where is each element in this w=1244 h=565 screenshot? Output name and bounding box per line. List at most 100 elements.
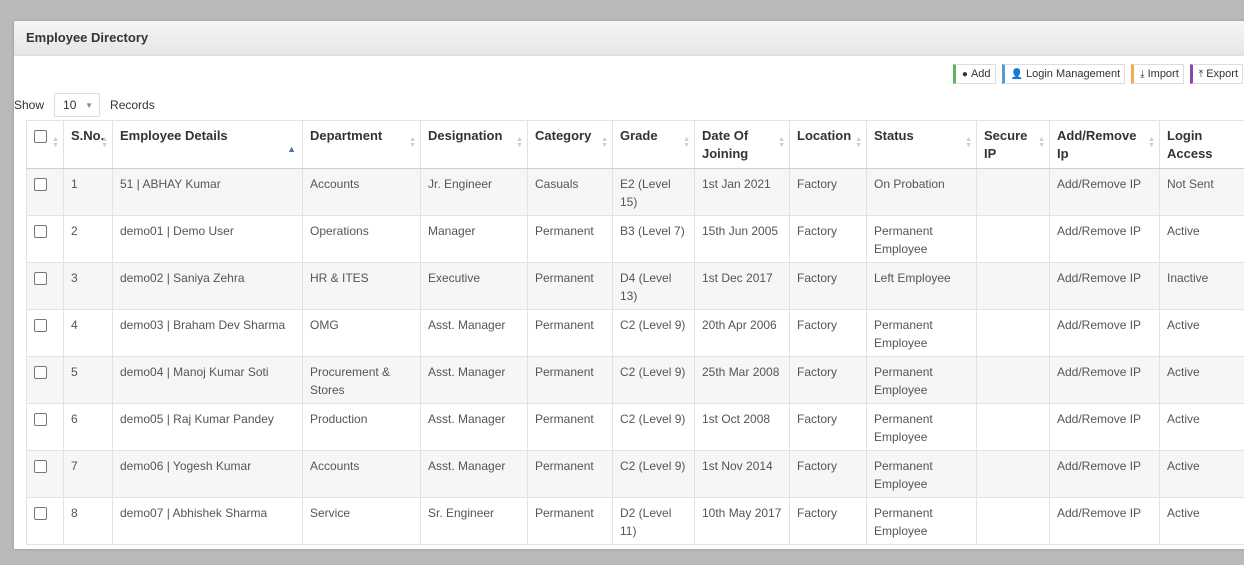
table-row[interactable]: 4 demo03 | Braham Dev Sharma OMG Asst. Mana… — [26, 309, 1244, 357]
table-row[interactable]: 3 demo02 | Saniya Zehra HR & ITES Executive… — [26, 262, 1244, 310]
sort-ascending-icon: ▲ — [287, 144, 296, 154]
row-department: Accounts — [302, 168, 421, 216]
login-access-status[interactable]: Inactive — [1159, 262, 1244, 310]
row-checkbox[interactable] — [34, 178, 47, 191]
row-select-cell — [26, 262, 64, 310]
row-grade: C2 (Level 9) — [612, 450, 695, 498]
col-grade[interactable]: Grade ▲ ▼ — [612, 120, 695, 169]
row-sno: 7 — [63, 450, 113, 498]
row-designation: Asst. Manager — [420, 356, 528, 404]
login-access-status[interactable]: Not Sent — [1159, 168, 1244, 216]
col-status[interactable]: Status ▲ ▼ — [866, 120, 977, 169]
add-remove-ip-link[interactable]: Add/Remove IP — [1049, 168, 1160, 216]
row-category: Casuals — [527, 168, 613, 216]
login-access-status[interactable]: Active — [1159, 356, 1244, 404]
login-access-status[interactable]: Active — [1159, 309, 1244, 357]
table-row[interactable]: 2 demo01 | Demo User Operations Manager Perm… — [26, 215, 1244, 263]
add-button[interactable]: ● Add — [952, 64, 996, 84]
row-department: Service — [302, 497, 421, 545]
records-per-page-select[interactable]: 10 ▼ — [54, 93, 101, 117]
row-checkbox[interactable] — [34, 225, 47, 238]
add-remove-ip-link[interactable]: Add/Remove IP — [1049, 450, 1160, 498]
row-employee-details[interactable]: demo05 | Raj Kumar Pandey — [112, 403, 303, 451]
col-date-of-joining[interactable]: Date Of Joining ▲ ▼ — [694, 120, 790, 169]
row-employee-details[interactable]: demo02 | Saniya Zehra — [112, 262, 303, 310]
row-date-of-joining: 20th Apr 2006 — [694, 309, 790, 357]
row-date-of-joining: 15th Jun 2005 — [694, 215, 790, 263]
col-category[interactable]: Category ▲ ▼ — [527, 120, 613, 169]
row-sno: 5 — [63, 356, 113, 404]
chevron-down-icon: ▼ — [85, 100, 94, 110]
row-checkbox[interactable] — [34, 413, 47, 426]
import-button[interactable]: ⤓ Import — [1131, 64, 1184, 84]
table-row[interactable]: 7 demo06 | Yogesh Kumar Accounts Asst. Mana… — [26, 450, 1244, 498]
export-label: Export — [1206, 68, 1238, 80]
row-employee-details[interactable]: demo01 | Demo User — [112, 215, 303, 263]
row-category: Permanent — [527, 497, 613, 545]
row-location: Factory — [789, 497, 867, 545]
employee-table: ▲ ▼ S.No. ▲ ▼ Employee Details ▲ Department ▲… — [26, 120, 1244, 545]
row-select-cell — [26, 309, 64, 357]
row-checkbox[interactable] — [34, 319, 47, 332]
records-length-control: Show 10 ▼ Records — [14, 93, 155, 117]
row-grade: D2 (Level 11) — [612, 497, 695, 545]
row-category: Permanent — [527, 403, 613, 451]
table-row[interactable]: 5 demo04 | Manoj Kumar Soti Procurement & … — [26, 356, 1244, 404]
row-status: Left Employee — [866, 262, 977, 310]
employee-directory-panel: Employee Directory ● Add 👤 Login Managem… — [14, 21, 1244, 549]
row-designation: Jr. Engineer — [420, 168, 528, 216]
col-login-access[interactable]: Login Access▲▼ — [1159, 120, 1244, 169]
row-location: Factory — [789, 215, 867, 263]
login-access-status[interactable]: Active — [1159, 403, 1244, 451]
row-checkbox[interactable] — [34, 366, 47, 379]
select-all-header[interactable]: ▲ ▼ — [26, 120, 64, 169]
row-checkbox[interactable] — [34, 460, 47, 473]
row-grade: D4 (Level 13) — [612, 262, 695, 310]
row-sno: 6 — [63, 403, 113, 451]
table-body: 1 51 | ABHAY Kumar Accounts Jr. Engineer Cas… — [26, 168, 1244, 545]
select-all-checkbox[interactable] — [34, 130, 47, 143]
row-employee-details[interactable]: demo04 | Manoj Kumar Soti — [112, 356, 303, 404]
table-row[interactable]: 8 demo07 | Abhishek Sharma Service Sr. Engi… — [26, 497, 1244, 545]
add-remove-ip-link[interactable]: Add/Remove IP — [1049, 403, 1160, 451]
export-button[interactable]: ⤒ Export — [1189, 64, 1243, 84]
row-checkbox[interactable] — [34, 272, 47, 285]
login-access-status[interactable]: Active — [1159, 450, 1244, 498]
row-employee-details[interactable]: demo06 | Yogesh Kumar — [112, 450, 303, 498]
add-remove-ip-link[interactable]: Add/Remove IP — [1049, 356, 1160, 404]
row-designation: Manager — [420, 215, 528, 263]
row-department: Production — [302, 403, 421, 451]
add-remove-ip-link[interactable]: Add/Remove IP — [1049, 215, 1160, 263]
row-employee-details[interactable]: demo07 | Abhishek Sharma — [112, 497, 303, 545]
login-management-button[interactable]: 👤 Login Management — [1001, 64, 1126, 84]
col-sno[interactable]: S.No. ▲ ▼ — [63, 120, 113, 169]
row-employee-details[interactable]: demo03 | Braham Dev Sharma — [112, 309, 303, 357]
row-grade: C2 (Level 9) — [612, 309, 695, 357]
row-status: Permanent Employee — [866, 497, 977, 545]
plus-circle-icon: ● — [961, 68, 968, 80]
table-row[interactable]: 1 51 | ABHAY Kumar Accounts Jr. Engineer Cas… — [26, 168, 1244, 216]
sort-icon: ▲ ▼ — [965, 136, 972, 149]
col-employee-details[interactable]: Employee Details ▲ — [112, 120, 303, 169]
sort-icon: ▲ ▼ — [409, 136, 416, 149]
row-secure-ip — [976, 168, 1050, 216]
login-access-status[interactable]: Active — [1159, 497, 1244, 545]
row-checkbox[interactable] — [34, 507, 47, 520]
table-row[interactable]: 6 demo05 | Raj Kumar Pandey Production Asst… — [26, 403, 1244, 451]
row-date-of-joining: 1st Nov 2014 — [694, 450, 790, 498]
add-remove-ip-link[interactable]: Add/Remove IP — [1049, 262, 1160, 310]
add-remove-ip-link[interactable]: Add/Remove IP — [1049, 497, 1160, 545]
row-select-cell — [26, 403, 64, 451]
col-location[interactable]: Location ▲ ▼ — [789, 120, 867, 169]
col-secure-ip[interactable]: Secure IP ▲ ▼ — [976, 120, 1050, 169]
sort-icon: ▲ ▼ — [516, 136, 523, 149]
row-employee-details[interactable]: 51 | ABHAY Kumar — [112, 168, 303, 216]
col-department[interactable]: Department ▲ ▼ — [302, 120, 421, 169]
add-remove-ip-link[interactable]: Add/Remove IP — [1049, 309, 1160, 357]
sort-icon: ▲ ▼ — [1148, 136, 1155, 149]
row-select-cell — [26, 497, 64, 545]
login-access-status[interactable]: Active — [1159, 215, 1244, 263]
col-designation[interactable]: Designation ▲ ▼ — [420, 120, 528, 169]
col-add-remove-ip[interactable]: Add/Remove Ip ▲ ▼ — [1049, 120, 1160, 169]
row-grade: C2 (Level 9) — [612, 403, 695, 451]
